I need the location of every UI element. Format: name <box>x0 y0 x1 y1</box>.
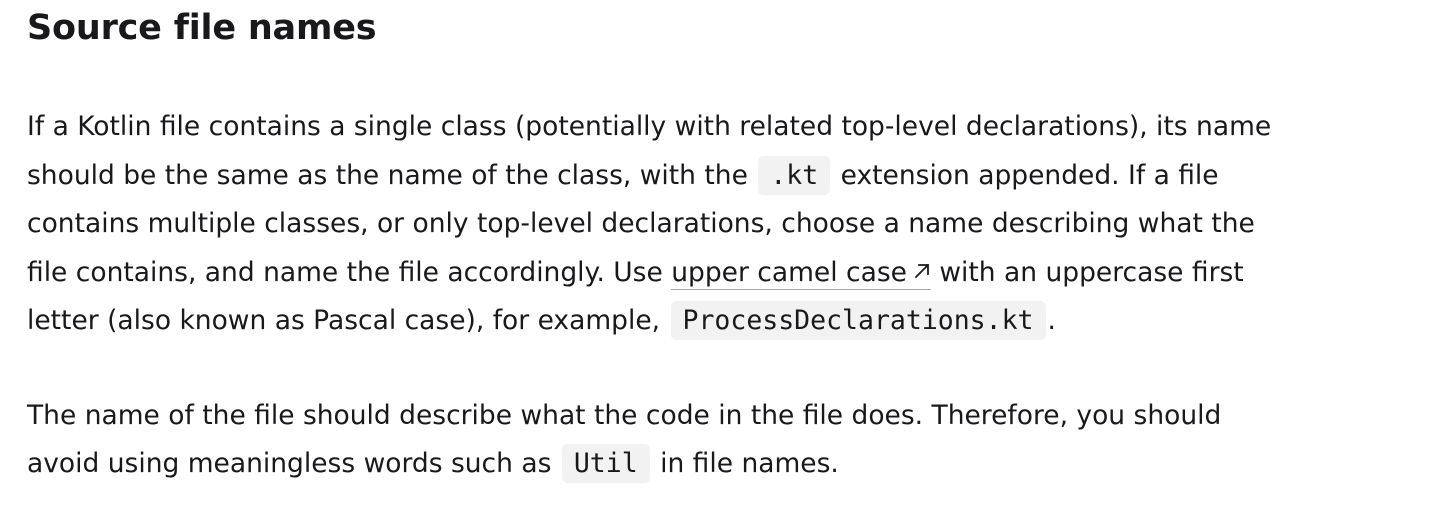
inline-code-kt-extension: .kt <box>758 155 831 195</box>
inline-code-example-filename: ProcessDeclarations.kt <box>670 301 1046 340</box>
section-heading: Source file names <box>27 8 377 48</box>
article-section: Source file names If a Kotlin file conta… <box>0 0 1446 489</box>
text-line: If a Kotlin file contains a single class… <box>27 111 1272 142</box>
text-line: extension appended. If a file <box>840 159 1219 191</box>
text-line: avoid using meaningless words such as <box>27 448 552 479</box>
paragraph-file-naming: If a Kotlin file contains a single class… <box>27 103 1446 346</box>
text-line: should be the same as the name of the cl… <box>27 159 748 191</box>
inline-code-util: Util <box>561 444 650 483</box>
upper-camel-case-link[interactable]: upper camel case <box>671 256 931 290</box>
text-line: with an uppercase first <box>939 256 1244 288</box>
text-line: in file names. <box>660 448 839 479</box>
text-period: . <box>1047 305 1056 336</box>
text-line: The name of the file should describe wha… <box>27 399 1222 431</box>
external-link-arrow-icon <box>914 263 930 278</box>
paragraph-meaningful-names: The name of the file should describe wha… <box>27 392 1446 489</box>
text-line: file contains, and name the file accordi… <box>27 256 663 288</box>
text-line: contains multiple classes, or only top-l… <box>27 208 1255 239</box>
text-line: letter (also known as Pascal case), for … <box>27 305 661 336</box>
link-label: upper camel case <box>671 256 907 288</box>
